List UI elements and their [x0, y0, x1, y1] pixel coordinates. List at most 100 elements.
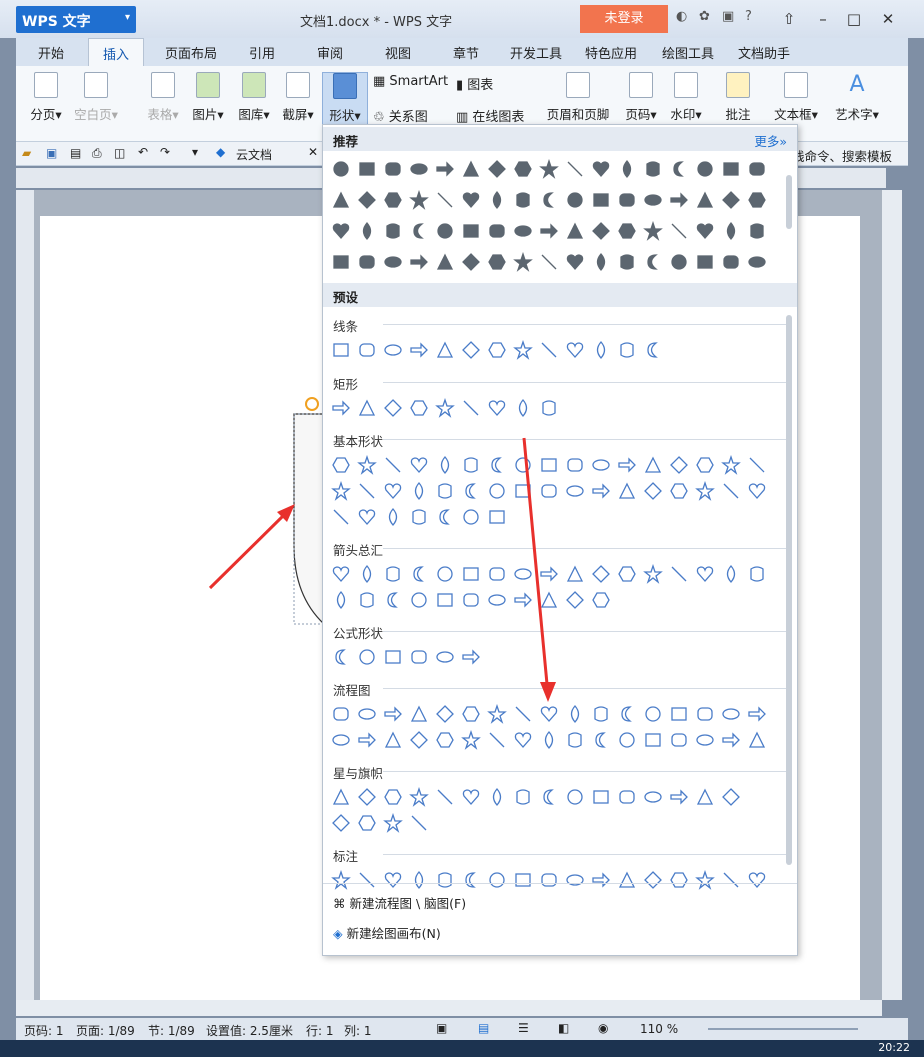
open-icon[interactable]: ▰ [22, 146, 31, 160]
tri-shape-icon[interactable] [617, 481, 637, 501]
ellipse-shape-icon[interactable] [487, 590, 507, 610]
heart-shape-icon[interactable] [461, 190, 481, 210]
moon-shape-icon[interactable] [383, 590, 403, 610]
diamond-shape-icon[interactable] [409, 730, 429, 750]
maximize-button[interactable]: □ [839, 6, 869, 32]
fullscreen-icon[interactable]: ▣ [436, 1021, 447, 1035]
moon-shape-icon[interactable] [643, 340, 663, 360]
help-icon[interactable]: ? [745, 9, 752, 24]
roundrect-shape-icon[interactable] [747, 159, 767, 179]
drop-shape-icon[interactable] [721, 221, 741, 241]
heart-shape-icon[interactable] [565, 340, 585, 360]
can-shape-icon[interactable] [539, 398, 559, 418]
drop-shape-icon[interactable] [565, 704, 585, 724]
heart-shape-icon[interactable] [461, 787, 481, 807]
drop-shape-icon[interactable] [539, 730, 559, 750]
star-shape-icon[interactable] [409, 189, 429, 210]
rect-shape-icon[interactable] [513, 870, 533, 890]
ellipse-shape-icon[interactable] [643, 787, 663, 807]
arrow-shape-icon[interactable] [747, 704, 767, 724]
circle-shape-icon[interactable] [357, 647, 377, 667]
roundrect-shape-icon[interactable] [695, 704, 715, 724]
ellipse-shape-icon[interactable] [383, 340, 403, 360]
diamond-shape-icon[interactable] [383, 398, 403, 418]
diamond-shape-icon[interactable] [643, 870, 663, 890]
diamond-shape-icon[interactable] [669, 455, 689, 475]
preview-icon[interactable]: ◫ [114, 146, 125, 160]
drop-shape-icon[interactable] [435, 455, 455, 475]
circle-shape-icon[interactable] [643, 704, 663, 724]
line-shape-icon[interactable] [539, 340, 559, 360]
star-shape-icon[interactable] [383, 812, 403, 833]
picture-button[interactable]: 图片▾ [186, 72, 230, 123]
print-icon[interactable]: ⎙ [92, 146, 102, 161]
moon-shape-icon[interactable] [435, 507, 455, 527]
star-shape-icon[interactable] [643, 220, 663, 241]
reading-view-icon[interactable]: ◉ [598, 1021, 608, 1035]
heart-shape-icon[interactable] [565, 252, 585, 272]
tri-shape-icon[interactable] [357, 398, 377, 418]
arrow-shape-icon[interactable] [383, 704, 403, 724]
roundrect-shape-icon[interactable] [487, 221, 507, 241]
heart-shape-icon[interactable] [331, 564, 351, 584]
hex-shape-icon[interactable] [487, 252, 507, 272]
diamond-shape-icon[interactable] [565, 590, 585, 610]
line-shape-icon[interactable] [565, 159, 585, 179]
smartart-button[interactable]: ▦ SmartArt [373, 74, 448, 89]
ellipse-shape-icon[interactable] [591, 455, 611, 475]
diamond-shape-icon[interactable] [487, 159, 507, 179]
heart-shape-icon[interactable] [331, 221, 351, 241]
tri-shape-icon[interactable] [565, 564, 585, 584]
line-shape-icon[interactable] [721, 870, 741, 890]
moon-shape-icon[interactable] [487, 455, 507, 475]
tab-review[interactable]: 审阅 [317, 43, 343, 62]
drop-shape-icon[interactable] [591, 340, 611, 360]
roundrect-shape-icon[interactable] [357, 252, 377, 272]
hex-shape-icon[interactable] [617, 221, 637, 241]
tab-view[interactable]: 视图 [385, 43, 411, 62]
heart-shape-icon[interactable] [383, 481, 403, 501]
diamond-shape-icon[interactable] [461, 340, 481, 360]
drop-shape-icon[interactable] [409, 870, 429, 890]
moon-shape-icon[interactable] [461, 481, 481, 501]
hex-shape-icon[interactable] [383, 787, 403, 807]
heart-shape-icon[interactable] [695, 564, 715, 584]
arrow-shape-icon[interactable] [435, 159, 455, 179]
can-shape-icon[interactable] [617, 252, 637, 272]
heart-shape-icon[interactable] [409, 455, 429, 475]
hex-shape-icon[interactable] [669, 870, 689, 890]
drop-shape-icon[interactable] [331, 590, 351, 610]
hex-shape-icon[interactable] [331, 455, 351, 475]
moon-shape-icon[interactable] [539, 787, 559, 807]
hex-shape-icon[interactable] [513, 159, 533, 179]
drop-shape-icon[interactable] [357, 564, 377, 584]
can-shape-icon[interactable] [383, 221, 403, 241]
line-shape-icon[interactable] [487, 730, 507, 750]
moon-shape-icon[interactable] [669, 159, 689, 179]
arrow-shape-icon[interactable] [461, 647, 481, 667]
can-shape-icon[interactable] [643, 159, 663, 179]
table-button[interactable]: 表格▾ [141, 72, 185, 123]
more-link[interactable]: 更多» [754, 131, 787, 150]
can-shape-icon[interactable] [513, 190, 533, 210]
hex-shape-icon[interactable] [487, 340, 507, 360]
hex-shape-icon[interactable] [383, 190, 403, 210]
arrow-shape-icon[interactable] [669, 190, 689, 210]
circle-shape-icon[interactable] [461, 507, 481, 527]
drop-shape-icon[interactable] [487, 190, 507, 210]
roundrect-shape-icon[interactable] [721, 252, 741, 272]
tri-shape-icon[interactable] [331, 787, 351, 807]
tri-shape-icon[interactable] [643, 455, 663, 475]
rect-shape-icon[interactable] [383, 647, 403, 667]
gallery-button[interactable]: 图库▾ [232, 72, 276, 123]
relation-chart-button[interactable]: ♲ 关系图 [373, 106, 428, 125]
heart-shape-icon[interactable] [383, 870, 403, 890]
line-shape-icon[interactable] [331, 507, 351, 527]
feedback-icon[interactable]: ▣ [722, 9, 734, 24]
rect-shape-icon[interactable] [357, 159, 377, 179]
tab-page-layout[interactable]: 页面布局 [165, 43, 217, 62]
restore-ribbon-button[interactable]: ⇧ [774, 6, 804, 32]
save-icon[interactable]: ▣ [46, 146, 57, 160]
roundrect-shape-icon[interactable] [617, 787, 637, 807]
hex-shape-icon[interactable] [747, 190, 767, 210]
